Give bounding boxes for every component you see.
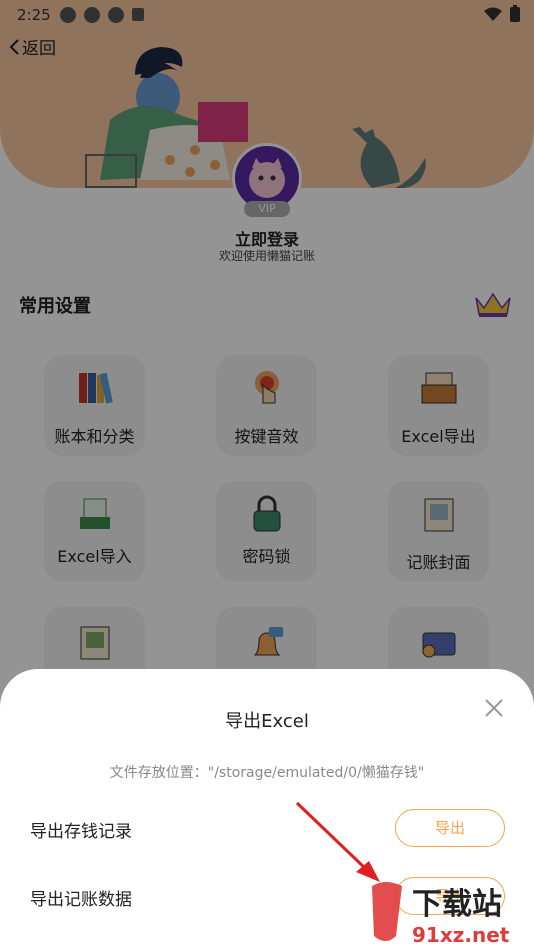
app-screen: 2:25 返回 VIP 立即登录 欢迎使用懒猫记账 常用设置 账本和分类 按键音…: [0, 0, 534, 950]
watermark-brand: 下载站: [412, 887, 502, 922]
watermark-site: 91xz.net: [412, 923, 510, 947]
annotation-arrow-icon: [295, 801, 380, 882]
site-watermark-logo: 下载站 91xz.net: [372, 882, 510, 947]
